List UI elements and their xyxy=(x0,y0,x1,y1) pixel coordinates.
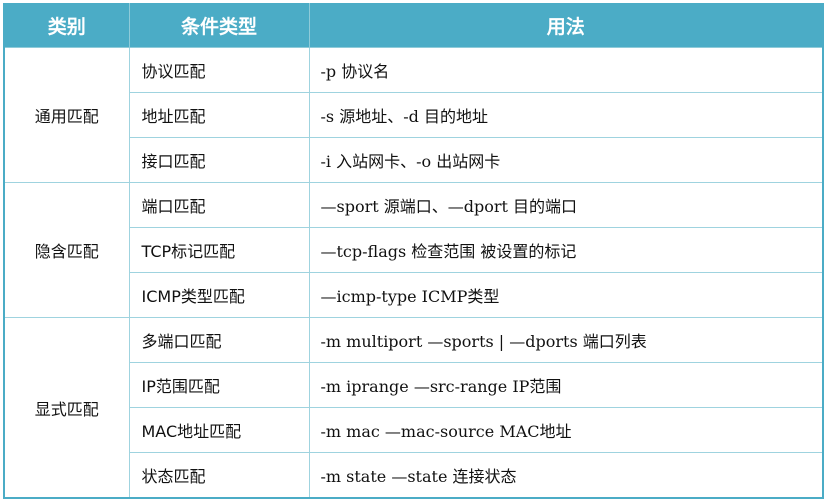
header-usage: 用法 xyxy=(308,3,823,48)
usage-cell: -m iprange —src-range IP范围 xyxy=(308,362,824,408)
usage-cell: -s 源地址、-d 目的地址 xyxy=(308,92,824,138)
header-condition-type: 条件类型 xyxy=(128,3,310,48)
condition-type-cell: MAC地址匹配 xyxy=(128,407,310,453)
condition-type-cell: TCP标记匹配 xyxy=(128,227,310,273)
table-header-row: 类别 条件类型 用法 xyxy=(4,3,823,48)
condition-type-cell: 多端口匹配 xyxy=(128,317,310,363)
usage-cell: -m state —state 连接状态 xyxy=(308,452,824,499)
condition-type-cell: 协议匹配 xyxy=(128,47,310,93)
condition-type-cell: 地址匹配 xyxy=(128,92,310,138)
table-row: 显式匹配 多端口匹配 -m multiport —sports | —dport… xyxy=(3,317,824,499)
usage-cell: -i 入站网卡、-o 出站网卡 xyxy=(308,137,824,183)
condition-type-cell: 接口匹配 xyxy=(128,137,310,183)
usage-cell: -m mac —mac-source MAC地址 xyxy=(308,407,824,453)
usage-cell: -p 协议名 xyxy=(308,47,824,93)
usage-cell: -m multiport —sports | —dports 端口列表 xyxy=(308,317,824,363)
table-row: 通用匹配 协议匹配 -p 协议名 xyxy=(3,47,824,183)
condition-type-cell: IP范围匹配 xyxy=(128,362,310,408)
condition-type-cell: 状态匹配 xyxy=(128,452,310,499)
category-cell-explicit: 显式匹配 xyxy=(3,317,130,499)
usage-cell: —sport 源端口、—dport 目的端口 xyxy=(308,182,824,228)
category-cell-general: 通用匹配 xyxy=(3,47,130,183)
usage-cell: —icmp-type ICMP类型 xyxy=(308,272,824,318)
match-table-container: 类别 条件类型 用法 通用匹配 协议匹配 -p 协议名 地址匹配 -s 源地址、… xyxy=(3,3,824,499)
header-category: 类别 xyxy=(4,3,130,48)
match-conditions-table: 类别 条件类型 用法 通用匹配 协议匹配 -p 协议名 地址匹配 -s 源地址、… xyxy=(3,3,824,499)
condition-type-cell: 端口匹配 xyxy=(128,182,310,228)
table-row: 隐含匹配 端口匹配 —sport 源端口、—dport 目的端口 xyxy=(3,182,824,318)
category-cell-implicit: 隐含匹配 xyxy=(3,182,130,318)
condition-type-cell: ICMP类型匹配 xyxy=(128,272,310,318)
usage-cell: —tcp-flags 检查范围 被设置的标记 xyxy=(308,227,824,273)
